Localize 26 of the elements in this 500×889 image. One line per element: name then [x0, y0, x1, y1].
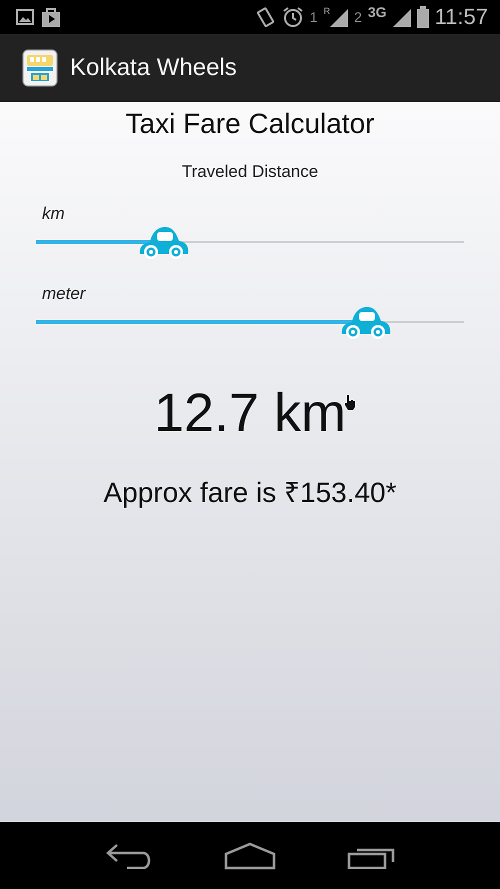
vibrate-icon — [256, 6, 276, 28]
clock: 11:57 — [434, 4, 488, 30]
play-store-icon — [40, 6, 62, 28]
slider[interactable] — [36, 224, 464, 260]
car-icon[interactable] — [340, 304, 392, 340]
section-label: Traveled Distance — [180, 162, 320, 182]
app-logo-icon — [22, 49, 58, 87]
page-heading: Taxi Fare Calculator — [124, 108, 376, 140]
slider-label: km — [42, 204, 66, 224]
signal-icon — [392, 7, 411, 27]
distance-value: 12.7 km — [154, 382, 346, 444]
roaming-indicator: R — [324, 6, 330, 16]
alarm-icon — [282, 6, 304, 28]
network-type: 3G — [368, 4, 387, 20]
battery-icon — [416, 6, 429, 28]
slider-label: meter — [42, 284, 87, 304]
home-icon[interactable] — [224, 842, 276, 870]
signal-icon — [330, 7, 348, 27]
app-title: Kolkata Wheels — [70, 54, 237, 82]
car-icon[interactable] — [138, 224, 190, 260]
slider[interactable] — [36, 304, 464, 340]
image-icon — [16, 9, 34, 25]
hand-cursor-icon — [344, 394, 356, 410]
sim-number: 1 — [310, 9, 318, 25]
sim-number: 2 — [354, 9, 362, 25]
fare-text: Approx fare is ₹153.40* — [103, 476, 397, 510]
